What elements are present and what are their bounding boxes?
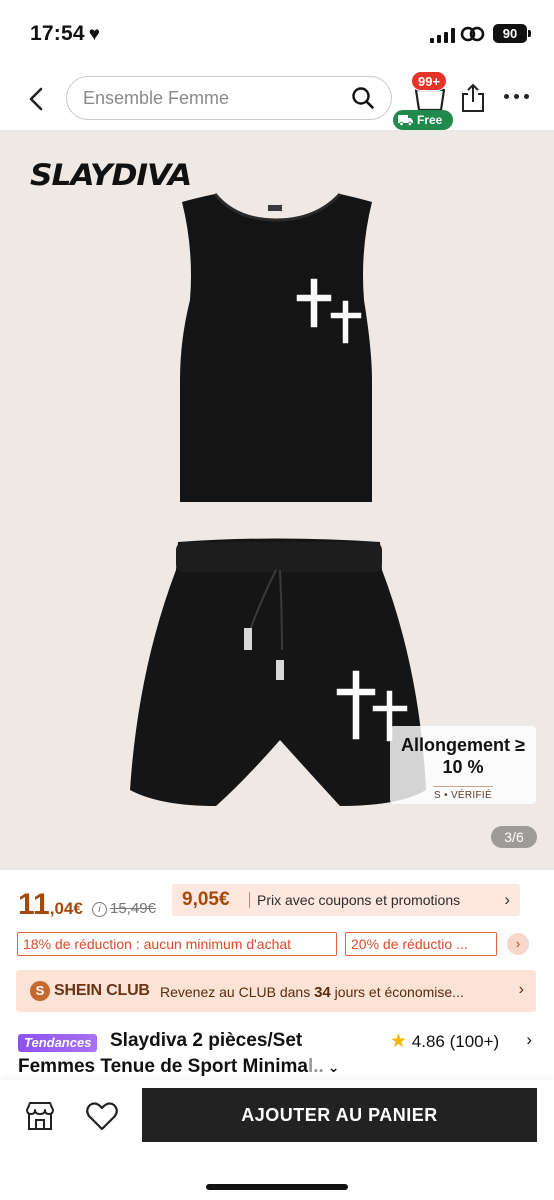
- free-shipping-badge: Free: [393, 110, 453, 130]
- chevron-right-icon[interactable]: ›: [526, 1030, 532, 1050]
- current-price: 11,04€: [18, 888, 83, 921]
- discount-chip[interactable]: 20% de réductio ...: [345, 932, 497, 956]
- discount-chip[interactable]: 18% de réduction : aucun minimum d'achat: [17, 932, 337, 956]
- truck-icon: [398, 115, 413, 126]
- club-title: SHEIN CLUB: [54, 982, 150, 999]
- star-icon: ★: [390, 1031, 408, 1052]
- stretch-badge: Allongement ≥ 10 % S • VÉRIFIÉ: [390, 726, 536, 804]
- signal-icon: [430, 28, 455, 43]
- stretch-subtitle: S • VÉRIFIÉ: [433, 786, 493, 801]
- add-to-cart-button[interactable]: AJOUTER AU PANIER: [142, 1088, 537, 1142]
- rating[interactable]: ★ 4.86 (100+): [390, 1030, 499, 1053]
- search-icon[interactable]: [351, 86, 375, 110]
- trend-badge: Tendances: [18, 1034, 98, 1052]
- cart-count-badge: 99+: [411, 71, 448, 91]
- free-label: Free: [417, 113, 443, 127]
- status-bar: 17:54 ♥ 90: [0, 0, 554, 66]
- chevron-down-icon[interactable]: ⌄: [324, 1059, 340, 1075]
- product-title-line2[interactable]: Femmes Tenue de Sport Minimal.. ⌄: [18, 1056, 339, 1078]
- stretch-title: Allongement ≥ 10 %: [401, 735, 525, 777]
- more-icon[interactable]: [504, 94, 529, 99]
- chevron-right-icon[interactable]: ›: [507, 933, 529, 955]
- coupon-price: 9,05€: [182, 889, 230, 910]
- chevron-right-icon: ›: [518, 981, 524, 998]
- chevron-right-icon: ›: [504, 890, 510, 909]
- share-icon[interactable]: [460, 82, 486, 114]
- back-icon[interactable]: [24, 84, 50, 114]
- product-title[interactable]: Slaydiva 2 pièces/Set: [110, 1030, 302, 1052]
- store-icon[interactable]: [22, 1098, 58, 1134]
- discount-chips: 18% de réduction : aucun minimum d'achat…: [0, 932, 554, 958]
- home-indicator[interactable]: [206, 1184, 348, 1190]
- search-placeholder: Ensemble Femme: [83, 88, 230, 108]
- bottom-action-bar: AJOUTER AU PANIER: [0, 1080, 554, 1200]
- coupon-label: Prix avec coupons et promotions: [257, 892, 461, 908]
- product-gallery[interactable]: SLAYDIVA Allongement ≥ 10 % S • VÉRIFIÉ …: [0, 130, 554, 870]
- coupon-price-box[interactable]: 9,05€ Prix avec coupons et promotions ›: [172, 884, 520, 916]
- price-row: 11,04€ i 15,49€ 9,05€ Prix avec coupons …: [0, 876, 554, 926]
- product-title-row: Tendances Slaydiva 2 pièces/Set Femmes T…: [0, 1026, 554, 1080]
- search-input[interactable]: Ensemble Femme: [66, 76, 392, 120]
- shein-club-banner[interactable]: S SHEIN CLUB Revenez au CLUB dans 34 jou…: [16, 970, 536, 1012]
- status-time: 17:54 ♥: [30, 22, 101, 45]
- image-page-indicator: 3/6: [491, 826, 537, 848]
- battery-indicator: 90: [493, 24, 531, 43]
- club-logo-icon: S: [30, 981, 50, 1001]
- info-icon[interactable]: i: [92, 902, 107, 917]
- coupon-divider: [249, 892, 250, 908]
- link-icon: [460, 26, 485, 42]
- search-header: Ensemble Femme 99+ Free: [0, 66, 554, 130]
- heart-status-icon: ♥: [88, 24, 101, 45]
- club-message: Revenez au CLUB dans 34 jours et économi…: [160, 984, 464, 1001]
- original-price: 15,49€: [110, 900, 156, 917]
- brand-logo: SLAYDIVA: [30, 158, 192, 192]
- heart-icon[interactable]: [84, 1098, 120, 1134]
